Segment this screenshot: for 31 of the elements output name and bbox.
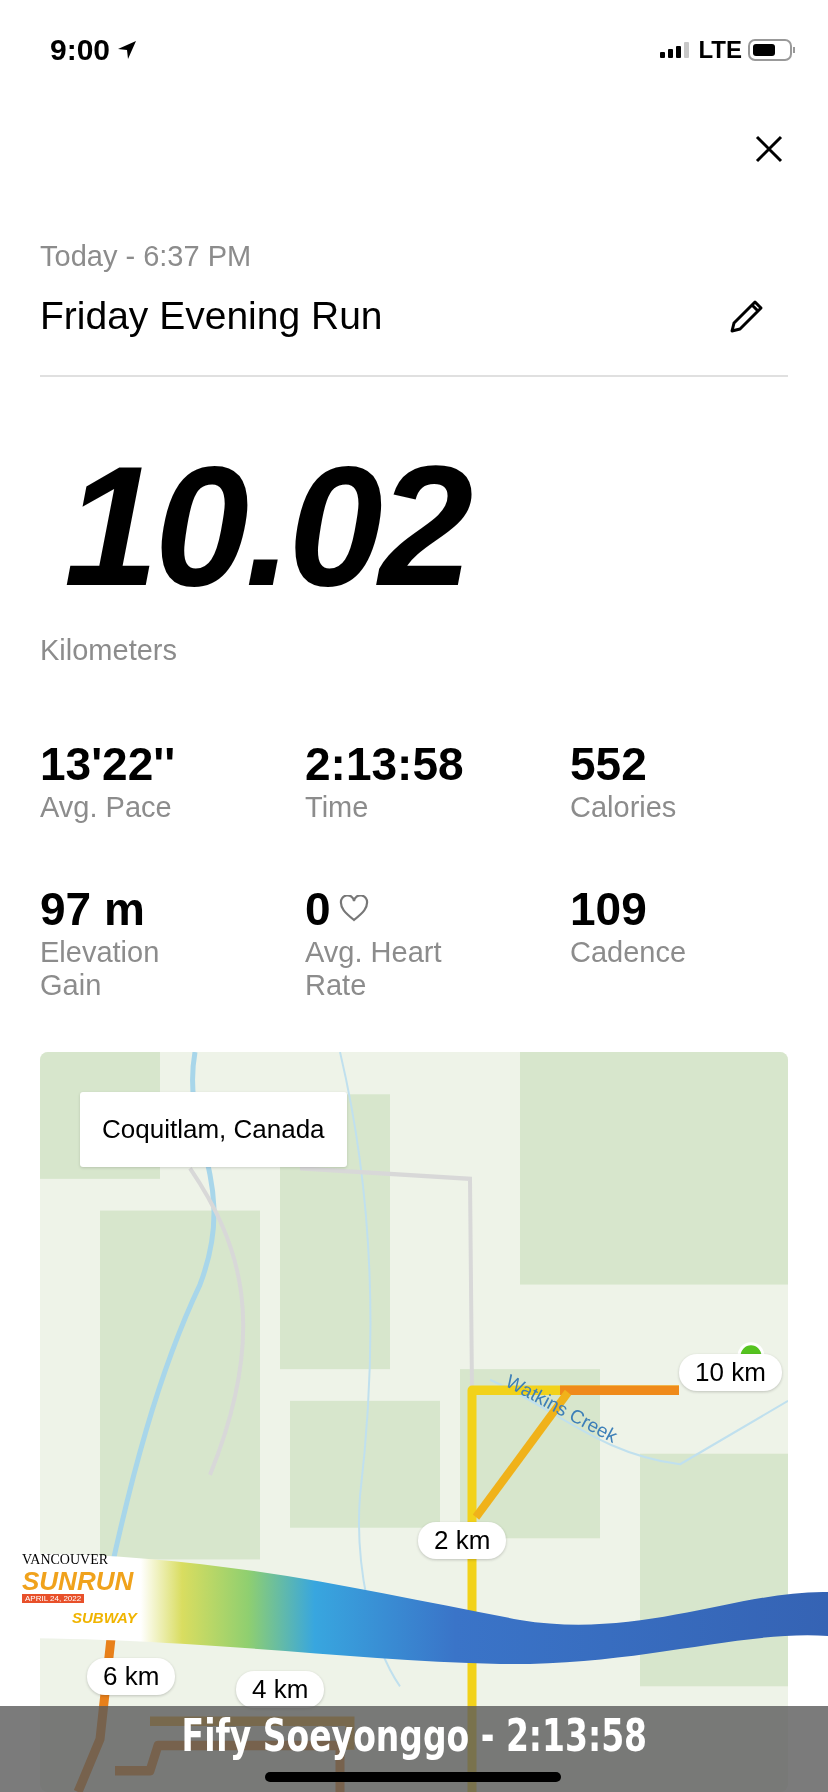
map-location-label: Coquitlam, Canada bbox=[80, 1092, 347, 1167]
activity-date: Today - 6:37 PM bbox=[40, 240, 253, 273]
stat-label: Calories bbox=[570, 791, 678, 824]
battery-icon bbox=[748, 38, 796, 62]
distance-marker: 6 km bbox=[87, 1658, 176, 1695]
stat-value: 109 bbox=[570, 882, 647, 936]
stat-value: 97 m bbox=[40, 882, 145, 936]
network-label: LTE bbox=[698, 36, 742, 64]
activity-title: Friday Evening Run bbox=[40, 294, 383, 338]
caption-text: Fify Soeyonggo - 2:13:58 bbox=[181, 1709, 647, 1761]
stat-value: 2:13:58 bbox=[305, 737, 464, 791]
logo-date: APRIL 24, 2022 bbox=[22, 1594, 85, 1603]
logo-city: VANCOUVER bbox=[22, 1552, 109, 1568]
stat-label: Time bbox=[305, 791, 370, 824]
heart-icon bbox=[338, 895, 369, 923]
status-time: 9:00 bbox=[50, 33, 111, 67]
distance-marker: 2 km bbox=[418, 1522, 507, 1559]
logo-event: SUNRUN bbox=[22, 1568, 134, 1594]
distance-marker: 10 km bbox=[679, 1354, 782, 1391]
close-icon bbox=[754, 134, 784, 164]
stat-value: 0 bbox=[305, 882, 331, 936]
stat-value: 13'22'' bbox=[40, 737, 176, 791]
stat-value: 552 bbox=[570, 737, 647, 791]
stat-label: Avg. Pace bbox=[40, 791, 173, 824]
stat-label: Cadence bbox=[570, 936, 688, 969]
distance-value: 10.02 bbox=[63, 433, 471, 620]
stat-label: Elevation Gain bbox=[40, 936, 161, 1002]
logo-sponsor: SUBWAY bbox=[72, 1609, 137, 1626]
location-arrow-icon bbox=[116, 39, 139, 61]
distance-unit: Kilometers bbox=[40, 634, 178, 667]
stat-label: Avg. Heart Rate bbox=[305, 936, 443, 1002]
